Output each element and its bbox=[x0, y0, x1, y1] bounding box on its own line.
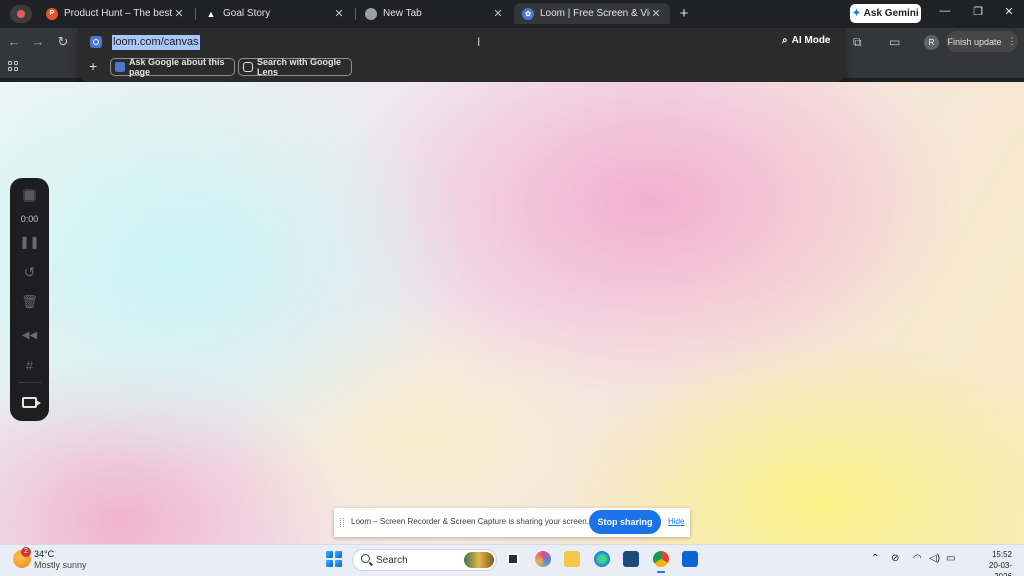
site-info-icon[interactable] bbox=[90, 36, 102, 48]
ask-google-label: Ask Google about this page bbox=[129, 57, 225, 77]
loom-canvas bbox=[0, 82, 1024, 544]
copilot-icon[interactable] bbox=[535, 551, 551, 567]
clock-time: 15:52 bbox=[991, 550, 1012, 559]
reload-icon[interactable]: ↻ bbox=[55, 34, 71, 50]
chrome-taskbar-icon[interactable] bbox=[653, 551, 669, 573]
store-icon[interactable] bbox=[623, 551, 639, 567]
extensions-icon[interactable]: ⧉ bbox=[853, 35, 862, 50]
ai-mode-label: AI Mode bbox=[791, 35, 831, 46]
tab-title: Product Hunt – The best new p bbox=[64, 8, 173, 19]
ai-mode-button[interactable]: ⌕ AI Mode bbox=[782, 35, 831, 46]
divider bbox=[18, 382, 41, 383]
restore-icon[interactable]: ❐ bbox=[968, 5, 988, 18]
tab-goal-story[interactable]: ▲ Goal Story ✕ bbox=[197, 3, 353, 24]
close-tab-icon[interactable]: ✕ bbox=[650, 7, 662, 20]
weather-condition[interactable]: Mostly sunny bbox=[34, 560, 87, 570]
wifi-icon[interactable]: ◠ bbox=[913, 553, 922, 564]
tab-loom[interactable]: ✿ Loom | Free Screen & Video Re ✕ bbox=[514, 3, 670, 24]
close-tab-icon[interactable]: ✕ bbox=[333, 7, 345, 20]
forward-icon[interactable]: → bbox=[30, 34, 46, 50]
search-highlight-icon bbox=[464, 552, 494, 568]
stop-recording-icon[interactable] bbox=[23, 189, 36, 202]
finish-update-label: Finish update bbox=[947, 36, 1002, 47]
notification-badge: 2 bbox=[21, 547, 31, 557]
tab-new-tab[interactable]: New Tab ✕ bbox=[357, 3, 512, 24]
google-lens-chip[interactable]: Search with Google Lens bbox=[238, 57, 352, 77]
tab-title: Goal Story bbox=[223, 8, 271, 19]
clock-date: 20-03-2026 bbox=[988, 561, 1012, 576]
taskbar-clock[interactable]: 15:52 20-03-2026 bbox=[982, 549, 1012, 576]
loom-control-bar: 0:00 ❚❚ ↺ 🗑 ◀◀ # bbox=[10, 178, 49, 421]
more-vert-icon: ⋮ bbox=[1007, 36, 1017, 46]
dnd-icon[interactable]: ⊘ bbox=[891, 553, 899, 564]
file-explorer-icon[interactable] bbox=[564, 551, 580, 567]
search-placeholder: Search bbox=[376, 555, 408, 566]
google-lens-label: Search with Google Lens bbox=[257, 57, 342, 77]
goal-story-icon: ▲ bbox=[206, 8, 216, 19]
loom-icon: ✿ bbox=[522, 7, 534, 20]
minimize-icon[interactable]: — bbox=[935, 5, 955, 17]
new-tab-button[interactable]: + bbox=[675, 5, 693, 23]
tab-product-hunt[interactable]: P Product Hunt – The best new p ✕ bbox=[38, 3, 193, 24]
draw-icon[interactable]: # bbox=[10, 358, 49, 373]
add-icon[interactable]: + bbox=[89, 58, 97, 74]
tab-separator bbox=[195, 8, 196, 20]
ai-sparkle-search-icon: ⌕ bbox=[782, 35, 788, 46]
gemini-sparkle-icon: ✦ bbox=[852, 8, 861, 19]
search-icon bbox=[361, 554, 370, 563]
address-bar-input[interactable]: loom.com/canvas bbox=[112, 35, 200, 50]
lens-icon bbox=[243, 62, 253, 72]
ask-gemini-label: Ask Gemini bbox=[863, 8, 919, 19]
cast-icon[interactable]: ▭ bbox=[889, 35, 900, 49]
battery-icon[interactable]: ▭ bbox=[946, 553, 955, 564]
tab-title: Loom | Free Screen & Video Re bbox=[540, 8, 650, 19]
restart-icon[interactable]: ↺ bbox=[10, 264, 49, 281]
hide-link[interactable]: Hide bbox=[668, 517, 684, 526]
chrome-icon bbox=[365, 7, 377, 20]
sharing-message: Loom – Screen Recorder & Screen Capture … bbox=[351, 517, 589, 526]
chevron-up-icon[interactable]: ⌃ bbox=[871, 553, 879, 564]
close-tab-icon[interactable]: ✕ bbox=[173, 7, 185, 20]
recording-timer: 0:00 bbox=[20, 214, 39, 224]
ask-gemini-button[interactable]: ✦ Ask Gemini bbox=[850, 4, 921, 23]
stop-sharing-button[interactable]: Stop sharing bbox=[589, 510, 661, 534]
apps-grid-icon[interactable] bbox=[8, 61, 18, 71]
product-hunt-icon: P bbox=[46, 7, 58, 20]
weather-temperature[interactable]: 34°C bbox=[34, 549, 54, 559]
camera-icon[interactable] bbox=[22, 397, 41, 408]
text-cursor-icon: I bbox=[477, 35, 481, 49]
close-tab-icon[interactable]: ✕ bbox=[492, 7, 504, 20]
tab-separator bbox=[355, 8, 356, 20]
screen-sharing-banner: Loom – Screen Recorder & Screen Capture … bbox=[334, 508, 690, 537]
vscode-icon[interactable] bbox=[682, 551, 698, 567]
finish-update-button[interactable]: Finish update ⋮ bbox=[946, 31, 1018, 52]
ask-google-chip[interactable]: Ask Google about this page bbox=[110, 57, 235, 77]
tab-title: New Tab bbox=[383, 8, 422, 19]
edge-icon[interactable] bbox=[594, 551, 610, 567]
close-window-icon[interactable]: ✕ bbox=[999, 5, 1019, 18]
rewind-icon[interactable]: ◀◀ bbox=[10, 330, 49, 341]
task-view-icon[interactable] bbox=[505, 551, 521, 567]
volume-icon[interactable]: ◁) bbox=[929, 553, 940, 564]
recording-indicator-icon[interactable] bbox=[10, 5, 32, 23]
profile-avatar[interactable]: R bbox=[924, 35, 939, 50]
taskbar-search[interactable]: Search bbox=[352, 549, 497, 571]
delete-icon[interactable]: 🗑 bbox=[10, 294, 49, 310]
pause-icon[interactable]: ❚❚ bbox=[10, 235, 49, 249]
windows-start-icon[interactable] bbox=[326, 551, 342, 567]
google-icon bbox=[115, 62, 125, 72]
back-icon[interactable]: ← bbox=[6, 34, 22, 50]
drag-handle-icon[interactable] bbox=[340, 518, 344, 527]
